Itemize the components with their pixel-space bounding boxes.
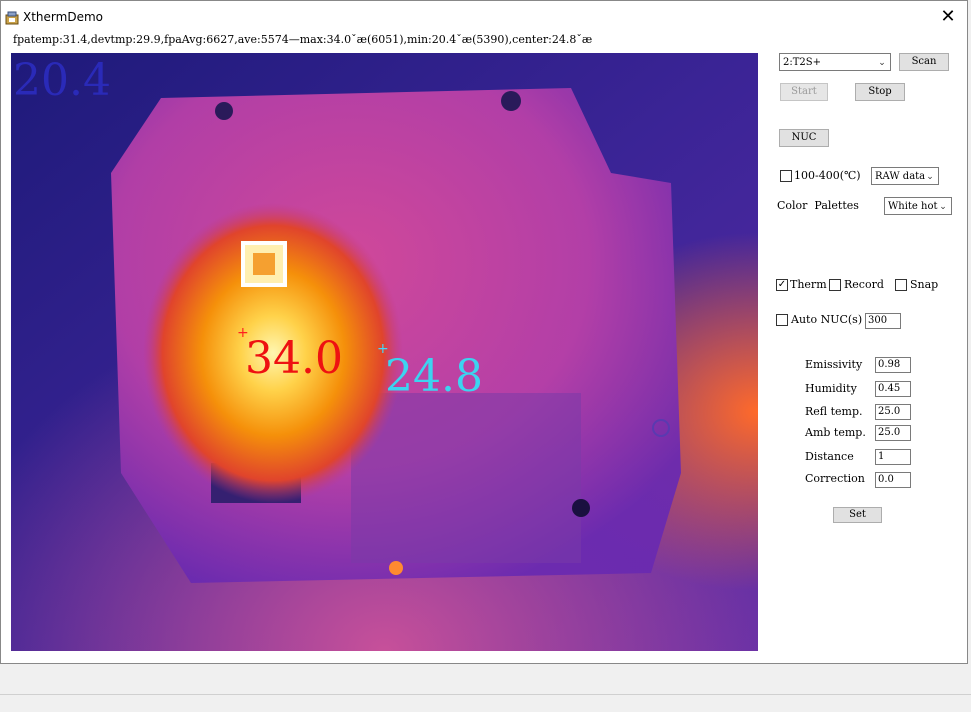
chevron-down-icon: ⌄ bbox=[939, 202, 947, 212]
palette-select[interactable]: White hot ⌄ bbox=[884, 197, 952, 215]
therm-label: Therm bbox=[790, 278, 827, 291]
snap-label: Snap bbox=[910, 278, 939, 291]
window-title: XthermDemo bbox=[23, 10, 103, 24]
refl-temp-label: Refl temp. bbox=[805, 405, 863, 418]
status-line: fpatemp:31.4,devtmp:29.9,fpaAvg:6627,ave… bbox=[13, 33, 593, 46]
control-panel: 2:T2S+ ⌄ Scan Start Stop NUC 100-400(℃) … bbox=[771, 49, 966, 539]
stop-button[interactable]: Stop bbox=[855, 83, 905, 101]
palette-select-value: White hot bbox=[888, 201, 938, 212]
color-palettes-label: Color Palettes bbox=[777, 199, 859, 212]
range-checkbox[interactable] bbox=[780, 170, 792, 182]
start-button[interactable]: Start bbox=[780, 83, 828, 101]
center-temp-overlay: 24.8 bbox=[385, 351, 483, 402]
emissivity-label: Emissivity bbox=[805, 358, 863, 371]
thermal-image-view[interactable]: 20.4 + 34.0 + 24.8 bbox=[11, 53, 758, 651]
divider bbox=[0, 694, 971, 695]
data-mode-select[interactable]: RAW data ⌄ bbox=[871, 167, 939, 185]
auto-nuc-label: Auto NUC(s) bbox=[791, 313, 863, 326]
title-bar[interactable]: XthermDemo ✕ bbox=[1, 1, 967, 33]
record-label: Record bbox=[844, 278, 884, 291]
correction-label: Correction bbox=[805, 472, 865, 485]
amb-temp-input[interactable]: 25.0 bbox=[875, 425, 911, 441]
scan-button[interactable]: Scan bbox=[899, 53, 949, 71]
refl-temp-input[interactable]: 25.0 bbox=[875, 404, 911, 420]
app-icon bbox=[5, 11, 19, 25]
chevron-down-icon: ⌄ bbox=[926, 172, 934, 182]
auto-nuc-input[interactable]: 300 bbox=[865, 313, 901, 329]
device-select-value: 2:T2S+ bbox=[783, 57, 821, 68]
distance-label: Distance bbox=[805, 450, 854, 463]
range-checkbox-label: 100-400(℃) bbox=[794, 169, 861, 182]
min-temp-overlay: 20.4 bbox=[13, 55, 111, 106]
set-button[interactable]: Set bbox=[833, 507, 882, 523]
auto-nuc-checkbox[interactable] bbox=[776, 314, 788, 326]
data-mode-select-value: RAW data bbox=[875, 171, 926, 182]
humidity-input[interactable]: 0.45 bbox=[875, 381, 911, 397]
nuc-button[interactable]: NUC bbox=[779, 129, 829, 147]
emissivity-input[interactable]: 0.98 bbox=[875, 357, 911, 373]
record-checkbox[interactable] bbox=[829, 279, 841, 291]
device-select[interactable]: 2:T2S+ ⌄ bbox=[779, 53, 891, 71]
chevron-down-icon: ⌄ bbox=[878, 58, 886, 68]
max-temp-overlay: 34.0 bbox=[245, 333, 343, 384]
app-window: XthermDemo ✕ fpatemp:31.4,devtmp:29.9,fp… bbox=[0, 0, 968, 664]
amb-temp-label: Amb temp. bbox=[805, 426, 866, 439]
distance-input[interactable]: 1 bbox=[875, 449, 911, 465]
snap-checkbox[interactable] bbox=[895, 279, 907, 291]
close-icon[interactable]: ✕ bbox=[937, 6, 959, 28]
therm-checkbox[interactable]: ✓ bbox=[776, 279, 788, 291]
correction-input[interactable]: 0.0 bbox=[875, 472, 911, 488]
humidity-label: Humidity bbox=[805, 382, 857, 395]
